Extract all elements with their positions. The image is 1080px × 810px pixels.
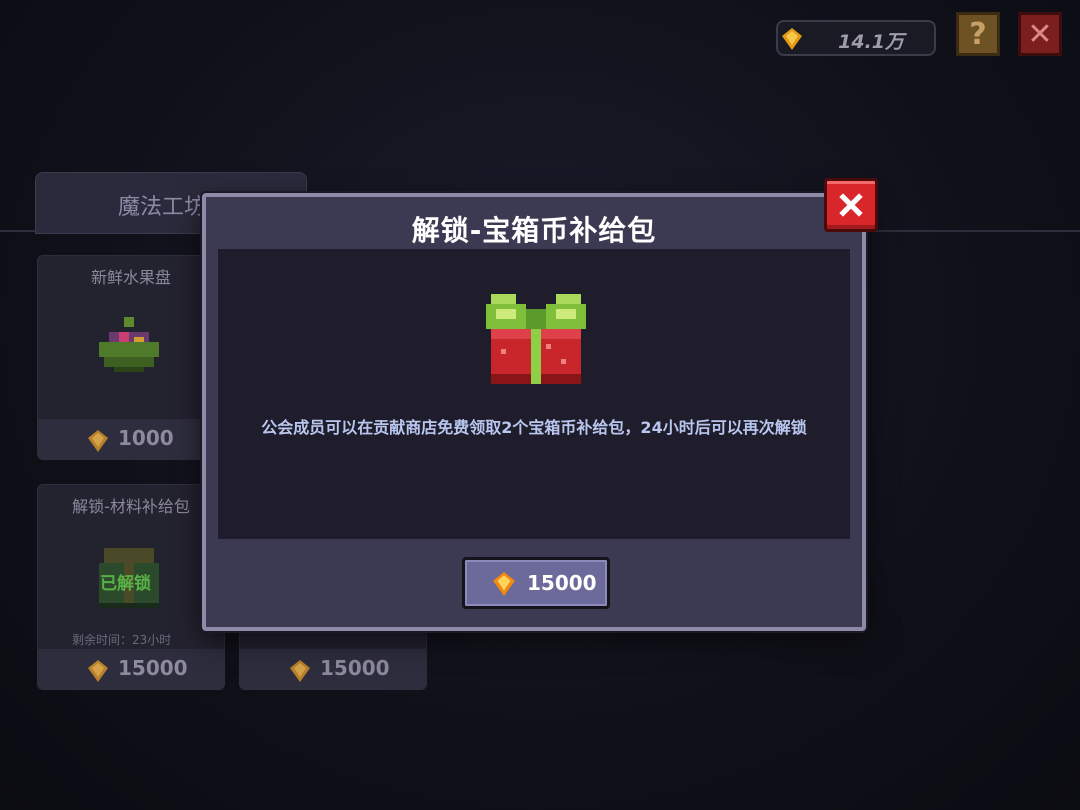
shop-item-fruit-plate[interactable]: 新鲜水果盘 1000 [37, 255, 225, 460]
gem-icon [88, 430, 108, 452]
item-title: 解锁-材料补给包 [72, 497, 190, 516]
fruit-plate-icon [99, 317, 159, 372]
tab-label: 魔法工坊 [118, 195, 207, 220]
item-price-value: 1000 [118, 426, 174, 450]
gem-icon [782, 28, 802, 50]
dialog-title: 解锁-宝箱币补给包 [411, 214, 657, 247]
help-icon: ? [969, 16, 987, 52]
dialog-body: 公会成员可以在贡献商店免费领取2个宝箱币补给包，24小时后可以再次解锁 [218, 249, 850, 539]
currency-display: 14.1万 [776, 20, 936, 56]
unlock-buy-button[interactable]: 15000 [462, 557, 610, 609]
close-icon: ✕ [1027, 16, 1053, 52]
gem-icon [493, 572, 515, 596]
close-shop-button[interactable]: ✕ [1018, 12, 1062, 56]
dialog-description: 公会成员可以在贡献商店免费领取2个宝箱币补给包，24小时后可以再次解锁 [261, 418, 807, 437]
gem-icon [290, 660, 310, 682]
close-icon [839, 193, 863, 217]
item-price-value: 15000 [118, 656, 188, 680]
item-price-value: 15000 [320, 656, 390, 680]
item-price: 1000 [38, 419, 224, 459]
shop-item-material-pack[interactable]: 解锁-材料补给包 已解锁 剩余时间：23小时 15000 [37, 484, 225, 690]
dialog-close-button[interactable] [824, 178, 878, 232]
unlocked-badge: 已解锁 [100, 574, 151, 594]
item-price: 15000 [240, 649, 426, 689]
item-price: 15000 [38, 649, 224, 689]
unlock-dialog: 解锁-宝箱币补给包 公会成员可以在贡献商店免费领取2个宝箱币补给包，24小时后可… [202, 193, 866, 631]
currency-amount: 14.1万 [838, 31, 904, 53]
buy-price: 15000 [527, 571, 597, 595]
gem-icon [88, 660, 108, 682]
gift-box-icon [486, 294, 586, 384]
help-button[interactable]: ? [956, 12, 1000, 56]
remaining-time: 剩余时间：23小时 [72, 633, 172, 647]
item-title: 新鲜水果盘 [90, 268, 171, 287]
